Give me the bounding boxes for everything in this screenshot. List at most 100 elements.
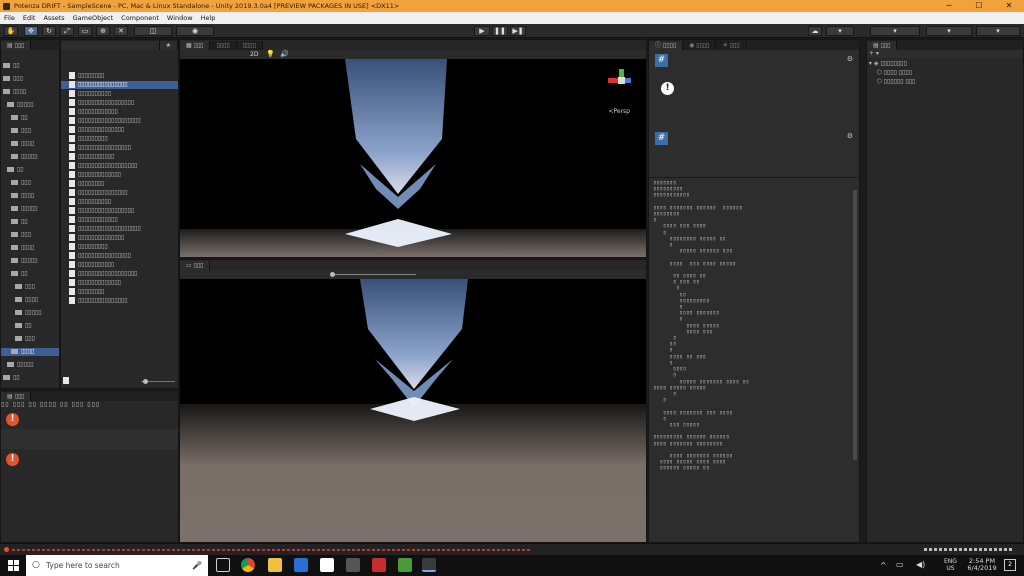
layers-dropdown[interactable]: ▾ <box>870 26 920 36</box>
file-row[interactable]: ▯▯▯▯▯▯▯▯▯▯▯▯▯▯▯ <box>61 81 178 89</box>
component-settings-icon[interactable]: ⚙ <box>847 132 853 140</box>
collab-cloud-icon[interactable]: ☁ <box>808 26 822 36</box>
projection-label[interactable]: <Persp <box>608 108 630 115</box>
menu-window[interactable]: Window <box>167 14 193 22</box>
folder-row[interactable]: ▯▯ <box>1 218 59 226</box>
move-tool-icon[interactable]: ✥ <box>24 26 38 36</box>
task-view-icon[interactable] <box>216 558 230 572</box>
extra-dropdown[interactable]: ▾ <box>976 26 1020 36</box>
account-dropdown[interactable]: ▾ <box>826 26 854 36</box>
store-icon[interactable] <box>294 558 308 572</box>
folder-row[interactable]: ▯▯ <box>1 166 59 174</box>
folder-row[interactable]: ▯▯▯ <box>1 231 59 239</box>
rotate-tool-icon[interactable]: ↻ <box>42 26 56 36</box>
file-row[interactable]: ▯▯▯▯▯▯▯▯▯▯▯▯ <box>61 108 178 116</box>
file-row[interactable]: ▯▯▯▯▯▯▯▯▯▯▯▯▯ <box>61 279 178 287</box>
chrome-icon[interactable] <box>241 558 255 572</box>
action-center-icon[interactable]: 2 <box>1004 559 1016 571</box>
pivot-toggle[interactable]: ◫ <box>134 26 172 36</box>
maximize-button[interactable]: ☐ <box>964 0 994 12</box>
folder-row[interactable]: ▯▯ <box>1 62 59 70</box>
mail-icon[interactable] <box>320 558 334 572</box>
file-row[interactable]: ▯▯▯▯▯▯▯▯▯▯ <box>61 198 178 206</box>
file-row[interactable]: ▯▯▯▯▯▯▯▯ <box>61 72 178 80</box>
tab-services[interactable]: ◉ ▯▯▯▯ <box>683 41 717 50</box>
file-row[interactable]: ▯▯▯▯▯▯▯▯ <box>61 180 178 188</box>
tab-game[interactable]: ▭ ▯▯▯ <box>180 261 211 270</box>
file-row[interactable]: ▯▯▯▯▯▯▯▯▯▯▯▯ <box>61 216 178 224</box>
step-button[interactable]: ▶❚ <box>510 26 526 36</box>
game-view[interactable]: ▭ ▯▯▯ <box>179 259 647 543</box>
folder-row[interactable]: ▯▯▯ <box>1 127 59 135</box>
hand-tool-icon[interactable]: ✋ <box>4 26 18 36</box>
file-row[interactable]: ▯▯▯▯▯▯▯▯▯ <box>61 135 178 143</box>
file-row[interactable]: ▯▯▯▯▯▯▯▯▯▯▯▯▯▯ <box>61 126 178 134</box>
tray-overflow-icon[interactable]: ^ <box>880 561 887 570</box>
folder-row[interactable]: ▯▯ <box>1 270 59 278</box>
folder-row[interactable]: ▯▯▯ <box>1 179 59 187</box>
tab-animator[interactable]: ▯▯▯▯ <box>210 41 237 50</box>
layout-dropdown[interactable]: ▾ <box>926 26 972 36</box>
console-toolbar[interactable]: ▯▯ ▯▯▯ ▯▯ ▯▯▯▯ ▯▯ ▯▯▯ ▯▯▯ <box>1 401 178 409</box>
file-row[interactable]: ▯▯▯▯▯▯▯▯▯▯▯▯▯▯▯ <box>61 297 178 305</box>
scale-tool-icon[interactable]: ⤢ <box>60 26 74 36</box>
minecraft-icon[interactable] <box>398 558 412 572</box>
unity-taskbar-icon[interactable] <box>422 558 436 572</box>
file-row[interactable]: ▯▯▯▯▯▯▯▯▯▯ <box>61 90 178 98</box>
file-row[interactable]: ▯▯▯▯▯▯▯▯▯▯▯▯▯▯▯▯▯▯▯ <box>61 225 178 233</box>
file-row[interactable]: ▯▯▯▯▯▯▯▯▯▯▯▯▯ <box>61 171 178 179</box>
component-settings-icon[interactable]: ⚙ <box>847 55 853 63</box>
lighting-toggle-icon[interactable]: 💡 <box>266 50 275 58</box>
menu-gameobject[interactable]: GameObject <box>73 14 114 22</box>
microphone-icon[interactable]: 🎤 <box>192 555 202 576</box>
scale-slider[interactable] <box>330 274 416 275</box>
hierarchy-object-row[interactable]: ⬡ ▯▯▯▯ ▯▯▯▯ <box>867 69 1023 77</box>
close-button[interactable]: ✕ <box>994 0 1024 12</box>
menu-file[interactable]: File <box>4 14 15 22</box>
tab-project[interactable]: ▤ ▯▯▯ <box>1 41 32 50</box>
folder-row[interactable]: ▯▯ <box>1 322 59 330</box>
tab-asset-store[interactable]: ▯▯▯▯ <box>236 41 263 50</box>
file-row[interactable]: ▯▯▯▯▯▯▯▯▯▯▯ <box>61 261 178 269</box>
hierarchy-search[interactable]: + ▾ <box>867 50 1023 58</box>
folder-row[interactable]: ▯▯▯ <box>1 283 59 291</box>
network-icon[interactable]: ▭ <box>896 560 904 569</box>
zoom-slider-handle[interactable] <box>143 379 148 384</box>
scene-gizmo[interactable] <box>608 68 634 94</box>
folder-row[interactable]: ▯▯▯▯ <box>1 244 59 252</box>
folder-row[interactable]: ▯▯▯▯ <box>1 140 59 148</box>
tab-hierarchy[interactable]: ▤ ▯▯▯ <box>867 41 898 50</box>
folder-row[interactable]: ▯▯▯▯▯ <box>1 257 59 265</box>
folder-row[interactable]: ▯▯▯▯ <box>1 88 59 96</box>
file-row[interactable]: ▯▯▯▯▯▯▯▯▯▯▯▯▯▯▯▯ <box>61 252 178 260</box>
favorite-star-icon[interactable]: ★ <box>159 41 178 50</box>
folder-row[interactable]: ▯▯▯▯ <box>1 192 59 200</box>
folder-row[interactable]: ▯▯▯ <box>1 335 59 343</box>
folder-row[interactable]: ▯▯▯▯▯ <box>1 361 59 369</box>
minimize-button[interactable]: ─ <box>934 0 964 12</box>
hierarchy-object-row[interactable]: ⬡ ▯▯▯▯▯▯ ▯▯▯ <box>867 78 1023 86</box>
folder-row[interactable]: ▯▯ <box>1 114 59 122</box>
file-row[interactable]: ▯▯▯▯▯▯▯▯▯▯▯ <box>61 153 178 161</box>
language-indicator[interactable]: ENG US <box>944 558 957 572</box>
file-row[interactable]: ▯▯▯▯▯▯▯▯▯▯▯▯▯▯▯▯▯▯ <box>61 270 178 278</box>
hierarchy-scene-row[interactable]: ▾ ◈ ▯▯▯▯▯▯▯▯ <box>867 60 1023 68</box>
file-explorer-icon[interactable] <box>268 558 282 572</box>
menu-assets[interactable]: Assets <box>43 14 64 22</box>
audio-toggle-icon[interactable]: 🔊 <box>280 50 289 58</box>
menu-edit[interactable]: Edit <box>23 14 36 22</box>
folder-row[interactable]: ▯▯ <box>1 374 59 382</box>
scale-slider-handle[interactable] <box>330 272 335 277</box>
2d-toggle[interactable]: 2D <box>250 51 258 58</box>
red-app-icon[interactable] <box>372 558 386 572</box>
file-row[interactable]: ▯▯▯▯▯▯▯▯▯▯▯▯▯▯▯▯▯▯▯ <box>61 117 178 125</box>
global-toggle[interactable]: ◉ <box>176 26 214 36</box>
volume-icon[interactable]: ◀) <box>916 560 925 569</box>
tab-console[interactable]: ▤ ▯▯▯ <box>1 392 32 401</box>
clock[interactable]: 2:54 PM 6/4/2019 <box>964 558 1000 572</box>
live-app-icon[interactable] <box>346 558 360 572</box>
taskbar-search-box[interactable]: ○ Type here to search 🎤 <box>26 555 208 576</box>
file-row[interactable]: ▯▯▯▯▯▯▯▯▯ <box>61 243 178 251</box>
folder-row[interactable]: ▯▯▯▯▯ <box>1 309 59 317</box>
scene-view[interactable]: ▦ ▯▯▯ ▯▯▯▯ ▯▯▯▯ 2D 💡 🔊 <Persp <box>179 39 647 258</box>
